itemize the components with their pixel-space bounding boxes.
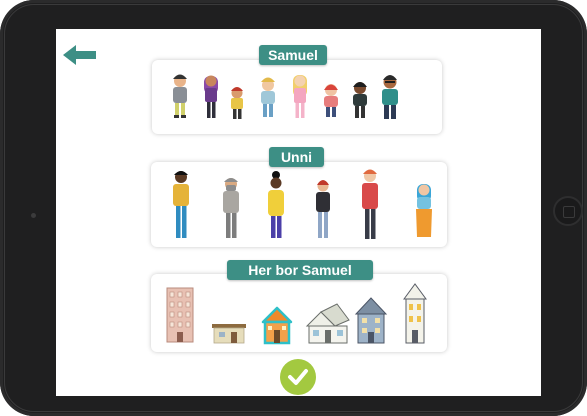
adult-figures bbox=[173, 169, 432, 240]
tablet-frame: Samuel Unni Her bor Samuel bbox=[0, 0, 587, 416]
child-figure-8[interactable] bbox=[382, 75, 398, 119]
adult-figure-6[interactable] bbox=[416, 184, 432, 237]
section-title-home: Her bor Samuel bbox=[227, 260, 373, 280]
home-button bbox=[553, 196, 583, 226]
tall-house-option[interactable] bbox=[403, 283, 427, 344]
adult-figure-4[interactable] bbox=[316, 180, 330, 238]
white-house-option[interactable] bbox=[305, 303, 350, 344]
orange-house-option[interactable] bbox=[261, 306, 293, 345]
low-house-option[interactable] bbox=[212, 324, 246, 344]
adult-figure-2[interactable] bbox=[223, 178, 239, 238]
adult-figure-1[interactable] bbox=[173, 171, 189, 238]
child-figure-6[interactable] bbox=[324, 84, 338, 117]
child-figure-7[interactable] bbox=[353, 82, 367, 118]
child-figure-5[interactable] bbox=[293, 75, 307, 118]
confirm-button[interactable] bbox=[280, 359, 316, 395]
section-title-unni: Unni bbox=[269, 147, 324, 167]
adult-figure-5[interactable] bbox=[362, 169, 378, 240]
child-figure-4[interactable] bbox=[261, 77, 275, 118]
child-figure-2[interactable] bbox=[204, 75, 218, 119]
section-title-samuel: Samuel bbox=[259, 45, 327, 65]
camera bbox=[31, 213, 36, 218]
app-screen: Samuel Unni Her bor Samuel bbox=[56, 29, 541, 396]
apartment-building-option[interactable] bbox=[166, 287, 194, 343]
children-figures bbox=[173, 74, 398, 119]
blue-house-option[interactable] bbox=[354, 297, 388, 344]
house-options bbox=[166, 283, 427, 345]
arrow-left-icon[interactable] bbox=[63, 45, 97, 65]
checkmark-icon bbox=[288, 369, 308, 385]
child-figure-1[interactable] bbox=[173, 74, 187, 119]
child-figure-3[interactable] bbox=[231, 87, 243, 119]
adult-figure-3[interactable] bbox=[268, 171, 284, 238]
